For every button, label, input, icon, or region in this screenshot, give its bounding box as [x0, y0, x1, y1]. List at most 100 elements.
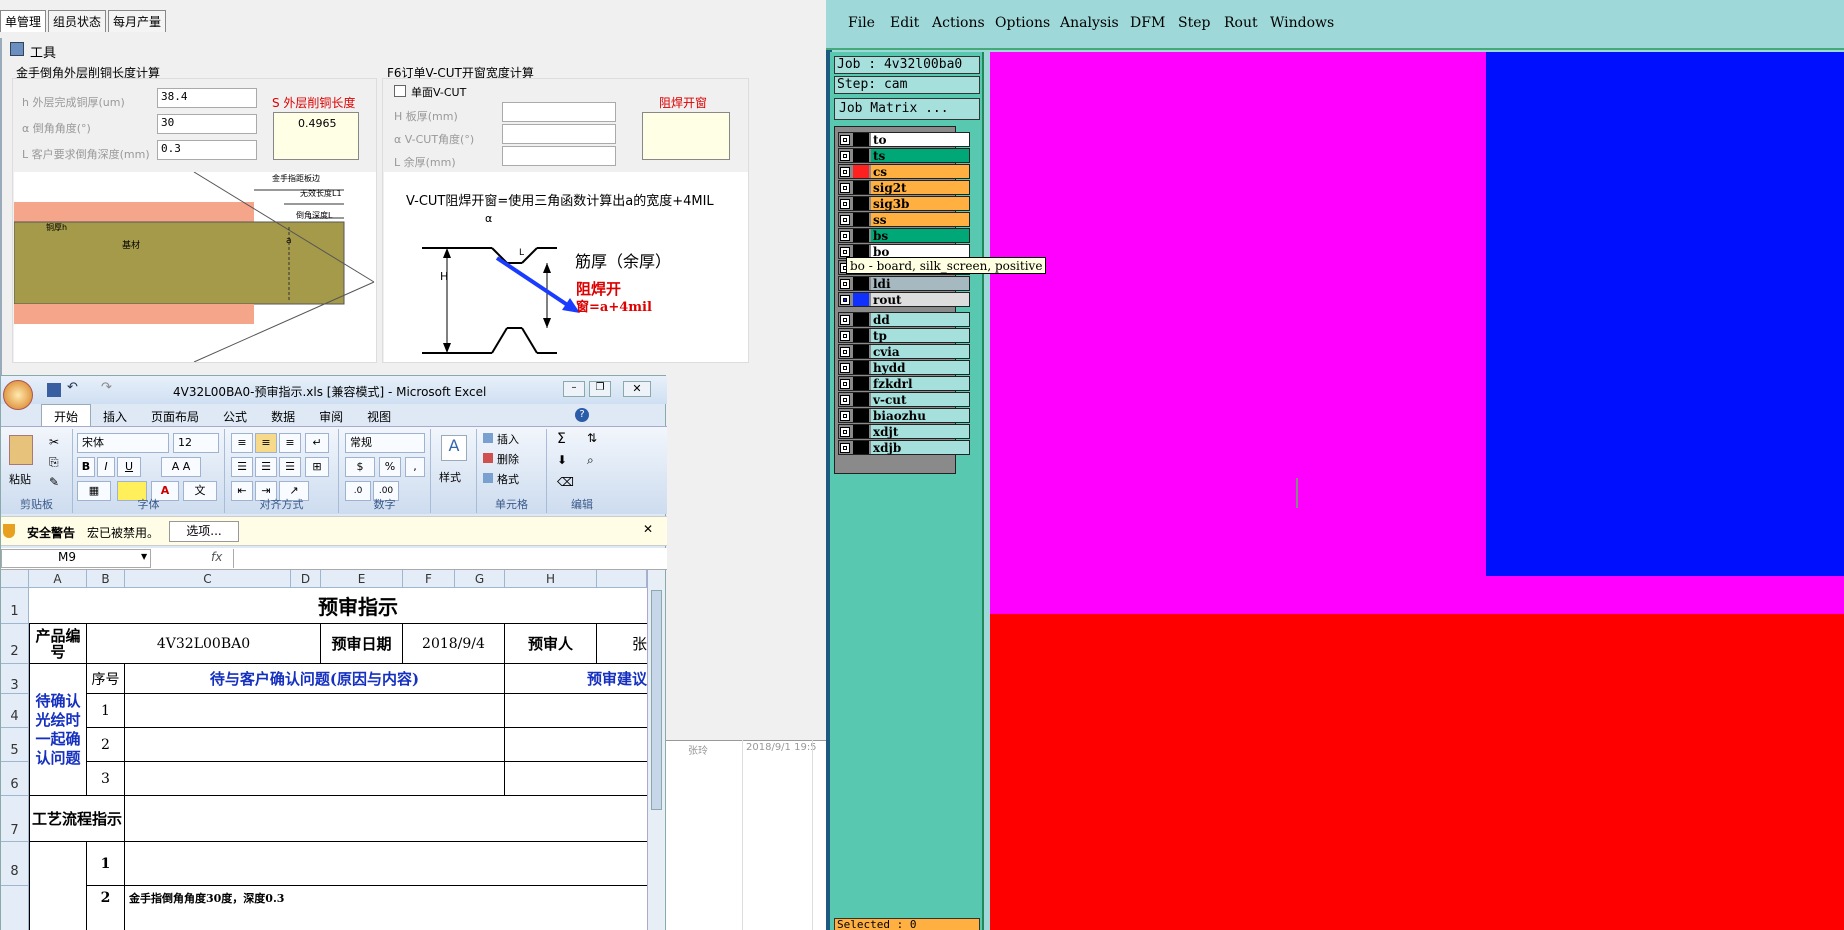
worksheet-grid[interactable]: A B C D E F G H 1 2 3 4 5 6 7 8 预审指示 产品编… [1, 570, 647, 930]
ribbon-tab-formulas[interactable]: 公式 [211, 405, 259, 428]
tab-member-status[interactable]: 组员状态 [48, 10, 107, 32]
layer-row[interactable]: sig3b [838, 196, 970, 211]
product-number-value[interactable]: 4V32L00BA0 [87, 624, 321, 664]
row-header[interactable]: 5 [1, 728, 29, 762]
seq-cell[interactable]: 2 [87, 728, 125, 762]
row-header[interactable]: 1 [1, 588, 29, 624]
font-grow-button[interactable]: A A [161, 457, 201, 477]
menu-options[interactable]: Options [995, 15, 1050, 31]
row-header[interactable]: 4 [1, 694, 29, 728]
close-warning-icon[interactable]: ✕ [643, 522, 653, 536]
row-header[interactable] [1, 886, 29, 930]
suggest-cell[interactable] [505, 694, 647, 728]
layer-row[interactable]: tp [838, 328, 970, 343]
autosum-icon[interactable]: Σ [557, 431, 566, 447]
align-left-button[interactable]: ☰ [231, 457, 253, 477]
column-header[interactable]: D [291, 570, 321, 588]
column-header[interactable]: F [403, 570, 455, 588]
reviewer-value[interactable]: 张 [597, 624, 647, 664]
layer-row[interactable]: v-cut [838, 392, 970, 407]
font-name-select[interactable]: 宋体 [77, 433, 169, 453]
options-button[interactable]: 选项... [169, 521, 239, 542]
reviewer-label[interactable]: 预审人 [505, 624, 597, 664]
align-middle-button[interactable]: ≡ [255, 433, 277, 453]
section1-depth-input[interactable]: 0.3 [157, 140, 257, 160]
align-center-button[interactable]: ☰ [255, 457, 277, 477]
percent-button[interactable]: % [379, 457, 401, 477]
single-vcut-checkbox[interactable] [394, 85, 406, 97]
styles-icon[interactable]: A [441, 435, 467, 461]
issue-cell[interactable] [125, 762, 505, 796]
process-step-cell[interactable]: 金手指倒角角度30度，深度0.3 [125, 886, 647, 930]
paste-icon[interactable] [9, 435, 33, 465]
function-icon[interactable]: fx [211, 550, 222, 564]
select-all-corner[interactable] [1, 570, 29, 588]
cam-canvas[interactable] [990, 52, 1844, 930]
row-header[interactable]: 7 [1, 796, 29, 842]
align-bottom-button[interactable]: ≡ [279, 433, 301, 453]
row-header[interactable]: 6 [1, 762, 29, 796]
column-header[interactable]: B [87, 570, 125, 588]
layer-row[interactable]: ts [838, 148, 970, 163]
merge-button[interactable]: ⊞ [305, 457, 329, 477]
review-date-value[interactable]: 2018/9/4 [403, 624, 505, 664]
process-seq-cell[interactable]: 1 [87, 842, 125, 886]
seq-header[interactable]: 序号 [87, 664, 125, 694]
process-group-cell[interactable] [29, 842, 87, 930]
menu-actions[interactable]: Actions [932, 15, 985, 31]
menu-analysis[interactable]: Analysis [1060, 15, 1119, 31]
menu-windows[interactable]: Windows [1270, 15, 1334, 31]
issue-cell[interactable] [125, 694, 505, 728]
delete-cells-button[interactable]: 删除 [497, 451, 519, 467]
ribbon-tab-home[interactable]: 开始 [41, 404, 92, 428]
layer-row[interactable]: to [838, 132, 970, 147]
minimize-button[interactable]: – [563, 381, 585, 397]
seq-cell[interactable]: 3 [87, 762, 125, 796]
column-header[interactable]: E [321, 570, 403, 588]
section2-thickness-input[interactable] [502, 102, 616, 122]
format-cells-button[interactable]: 格式 [497, 471, 519, 487]
clear-icon[interactable]: ⌫ [557, 475, 574, 489]
suggest-cell[interactable] [505, 728, 647, 762]
layer-row[interactable]: ss [838, 212, 970, 227]
styles-label[interactable]: 样式 [439, 469, 461, 485]
ribbon-tab-view[interactable]: 视图 [355, 405, 403, 428]
sort-filter-icon[interactable]: ⇅ [587, 431, 597, 445]
column-header[interactable]: H [505, 570, 597, 588]
tab-monthly-output[interactable]: 每月产量 [108, 10, 167, 32]
section2-angle-input[interactable] [502, 124, 616, 144]
undo-icon[interactable]: ↶ [67, 380, 78, 395]
restore-button[interactable]: ❐ [589, 381, 611, 397]
process-step-cell[interactable] [125, 842, 647, 886]
process-label[interactable]: 工艺流程指示 [29, 796, 125, 842]
number-format-select[interactable]: 常规 [345, 433, 425, 453]
row-header[interactable]: 3 [1, 664, 29, 694]
insert-cells-button[interactable]: 插入 [497, 431, 519, 447]
section2-remain-input[interactable] [502, 146, 616, 166]
formula-input[interactable] [233, 549, 643, 568]
layer-row[interactable]: bs [838, 228, 970, 243]
seq-cell[interactable]: 1 [87, 694, 125, 728]
menu-step[interactable]: Step [1178, 15, 1210, 31]
ribbon-tab-page-layout[interactable]: 页面布局 [139, 405, 211, 428]
save-icon[interactable] [47, 383, 61, 397]
align-top-button[interactable]: ≡ [231, 433, 253, 453]
layer-row[interactable]: fzkdrl [838, 376, 970, 391]
name-box-dropdown-icon[interactable]: ▼ [141, 552, 147, 561]
underline-button[interactable]: U [117, 457, 141, 477]
paste-label[interactable]: 粘贴 [9, 471, 31, 487]
process-cell[interactable] [125, 796, 647, 842]
align-right-button[interactable]: ☰ [279, 457, 301, 477]
layer-row[interactable]: cs [838, 164, 970, 179]
menu-edit[interactable]: Edit [890, 15, 919, 31]
sheet-title[interactable]: 预审指示 [29, 588, 647, 624]
menu-dfm[interactable]: DFM [1130, 15, 1165, 31]
layer-row[interactable]: dd [838, 312, 970, 327]
currency-button[interactable]: $ [345, 457, 375, 477]
product-number-label[interactable]: 产品编号 [29, 624, 87, 664]
issue-header[interactable]: 待与客户确认问题(原因与内容) [125, 664, 505, 694]
format-painter-icon[interactable]: ✎ [49, 475, 59, 489]
column-header[interactable]: G [455, 570, 505, 588]
name-box[interactable]: M9 [1, 549, 151, 568]
process-seq-cell[interactable]: 2 [87, 886, 125, 930]
